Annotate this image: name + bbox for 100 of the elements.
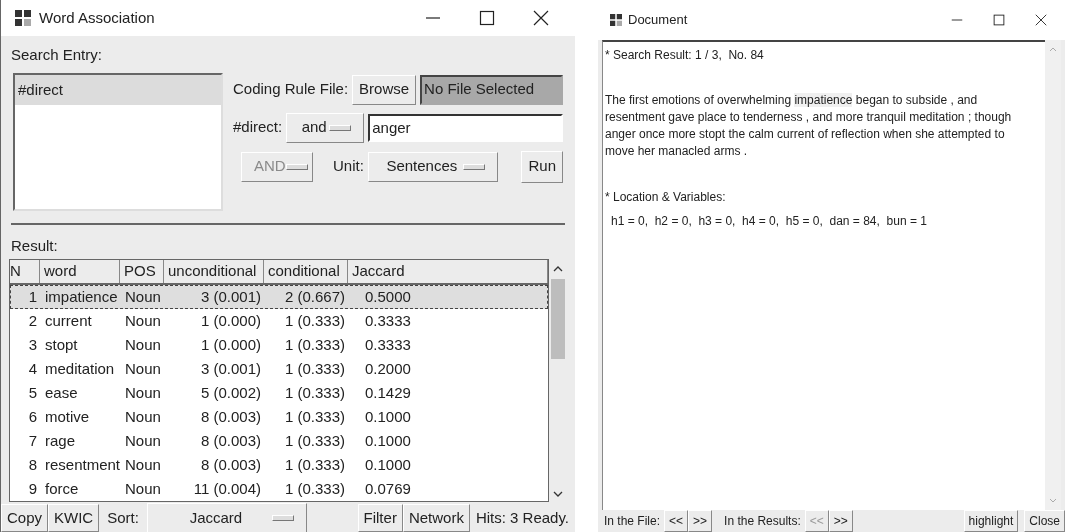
table-cell-text: 0.5000 (364, 286, 412, 307)
table-cell-text: 8 (0.003) (199, 406, 262, 427)
location-heading: * Location & Variables: (605, 189, 727, 206)
table-cell-text: 3 (27, 334, 38, 355)
table-row[interactable]: 6 motive Noun 8 (0.003) 1 (0.333) 0.1000 (10, 405, 548, 429)
browse-button[interactable]: Browse (352, 74, 417, 105)
unit-dropdown[interactable]: Sentences (367, 151, 498, 182)
search-entry-label: Search Entry: (11, 46, 102, 63)
filter-button[interactable]: Filter (357, 504, 403, 532)
maximize-icon[interactable] (993, 14, 1005, 26)
highlight-button[interactable]: highlight (963, 510, 1019, 532)
table-cell-text: 3 (0.001) (199, 358, 262, 379)
table-cell-text: Noun (124, 358, 162, 379)
run-button[interactable]: Run (521, 150, 563, 183)
table-cell-text: 1 (0.333) (283, 310, 346, 331)
nav-button[interactable]: << (664, 510, 689, 532)
table-cell-text: ease (44, 382, 79, 403)
dropdown-indicator-icon (462, 163, 485, 170)
table-cell-text: resentment (44, 454, 121, 475)
window-title: Word Association (39, 7, 156, 28)
dropdown-indicator-icon (271, 515, 294, 521)
operator-dropdown[interactable]: and (286, 112, 365, 143)
table-cell-text: 2 (0.667) (283, 286, 346, 307)
scroll-up-icon[interactable] (553, 265, 563, 273)
column-header[interactable]: unconditional (164, 260, 264, 283)
column-header[interactable]: conditional (264, 260, 348, 283)
table-cell-text: 3 (0.001) (199, 286, 262, 307)
table-cell-text: Noun (124, 430, 162, 451)
table-cell-text: motive (44, 406, 91, 427)
table-cell-text: meditation (44, 358, 116, 379)
table-cell-text: 4 (27, 358, 38, 379)
table-row[interactable]: 5 ease Noun 5 (0.002) 1 (0.333) 0.1429 (10, 381, 548, 405)
table-row[interactable]: 4 meditation Noun 3 (0.001) 1 (0.333) 0.2000 (10, 357, 548, 381)
scroll-down-icon[interactable] (553, 490, 563, 498)
table-cell-text: Noun (124, 286, 162, 307)
nav-button[interactable]: >> (688, 510, 713, 532)
table-cell-text: impatience (44, 286, 119, 307)
close-icon[interactable] (1035, 14, 1047, 26)
dropdown-indicator-icon (329, 124, 352, 131)
network-button[interactable]: Network (402, 504, 470, 532)
table-cell-text: 0.1429 (364, 382, 412, 403)
dropdown-indicator-icon (285, 163, 308, 170)
table-cell-text: 2 (27, 310, 38, 331)
table-cell-text: 0.1000 (364, 454, 412, 475)
document-paragraph: The first emotions of overwhelming impatience began to subside , and resentment gave place to tenderness , and more tranquil meditation ; though anger once more stopt the calm current of reflection when she attempted to move her manacled arms . (605, 92, 1013, 160)
table-cell-text: 0.3333 (364, 334, 412, 355)
table-row[interactable]: 1 impatience Noun 3 (0.001) 2 (0.667) 0.5000 (10, 285, 548, 309)
close-icon[interactable] (533, 10, 549, 26)
table-cell-text: 6 (27, 406, 38, 427)
table-row[interactable]: 2 current Noun 1 (0.000) 1 (0.333) 0.3333 (10, 309, 548, 333)
sort-dropdown[interactable]: Jaccard (146, 503, 307, 532)
table-row[interactable]: 9 force Noun 11 (0.004) 1 (0.333) 0.0769 (10, 477, 548, 501)
table-cell-text: 1 (0.333) (283, 478, 346, 499)
table-row[interactable]: 3 stopt Noun 1 (0.000) 1 (0.333) 0.3333 (10, 333, 548, 357)
table-cell-text: 8 (27, 454, 38, 475)
table-cell-text: 0.3333 (364, 310, 412, 331)
file-nav-label: In the File: (604, 513, 662, 530)
table-cell-text: current (44, 310, 93, 331)
app-icon (610, 14, 622, 26)
sort-label: Sort: (106, 507, 140, 528)
table-cell-text: 5 (0.002) (199, 382, 262, 403)
table-cell-text: 0.1000 (364, 430, 412, 451)
coding-rule-label: Coding Rule File: (233, 79, 349, 100)
table-cell-text: 1 (0.000) (199, 334, 262, 355)
table-cell-text: 0.1000 (364, 406, 412, 427)
table-cell-text: Noun (124, 478, 162, 499)
unit-label: Unit: (333, 156, 364, 177)
table-cell-text: 1 (0.333) (283, 382, 346, 403)
table-row[interactable]: 8 resentment Noun 8 (0.003) 1 (0.333) 0.1000 (10, 453, 548, 477)
table-cell-text: 0.2000 (364, 358, 412, 379)
maximize-icon[interactable] (479, 10, 495, 26)
table-cell-text: stopt (44, 334, 79, 355)
column-header[interactable]: N (10, 260, 40, 283)
column-header[interactable]: word (40, 260, 120, 283)
search-result-line: * Search Result: 1 / 3, No. 84 (605, 47, 765, 64)
direct-label: #direct: (233, 117, 283, 138)
table-cell-text: 0.0769 (364, 478, 412, 499)
query-field[interactable]: anger (368, 113, 563, 142)
file-field: No File Selected (420, 74, 563, 105)
column-header[interactable]: POS (120, 260, 164, 283)
entry-list-item[interactable]: #direct (15, 74, 221, 105)
nav-button[interactable]: >> (828, 510, 853, 532)
close-button[interactable]: Close (1024, 510, 1065, 532)
table-cell-text: 1 (0.333) (283, 334, 346, 355)
result-label: Result: (11, 236, 58, 254)
table-cell-text: 1 (0.333) (283, 430, 346, 451)
window-title: Document (628, 11, 689, 30)
table-cell-text: 7 (27, 430, 38, 451)
table-cell-text: rage (44, 430, 77, 451)
results-nav-label: In the Results: (723, 513, 802, 530)
copy-button[interactable]: Copy (1, 504, 49, 532)
table-row[interactable]: 7 rage Noun 8 (0.003) 1 (0.333) 0.1000 (10, 429, 548, 453)
table-cell-text: 1 (27, 286, 38, 307)
table-cell-text: Noun (124, 382, 162, 403)
column-header[interactable]: Jaccard (348, 260, 548, 283)
kwic-button[interactable]: KWIC (48, 504, 100, 532)
table-cell-text: 1 (0.000) (199, 310, 262, 331)
table-cell-text: 1 (0.333) (283, 406, 346, 427)
variables-line: h1 = 0, h2 = 0, h3 = 0, h4 = 0, h5 = 0, dan = 84, bun = 1 (610, 213, 928, 230)
table-cell-text: 8 (0.003) (199, 430, 262, 451)
